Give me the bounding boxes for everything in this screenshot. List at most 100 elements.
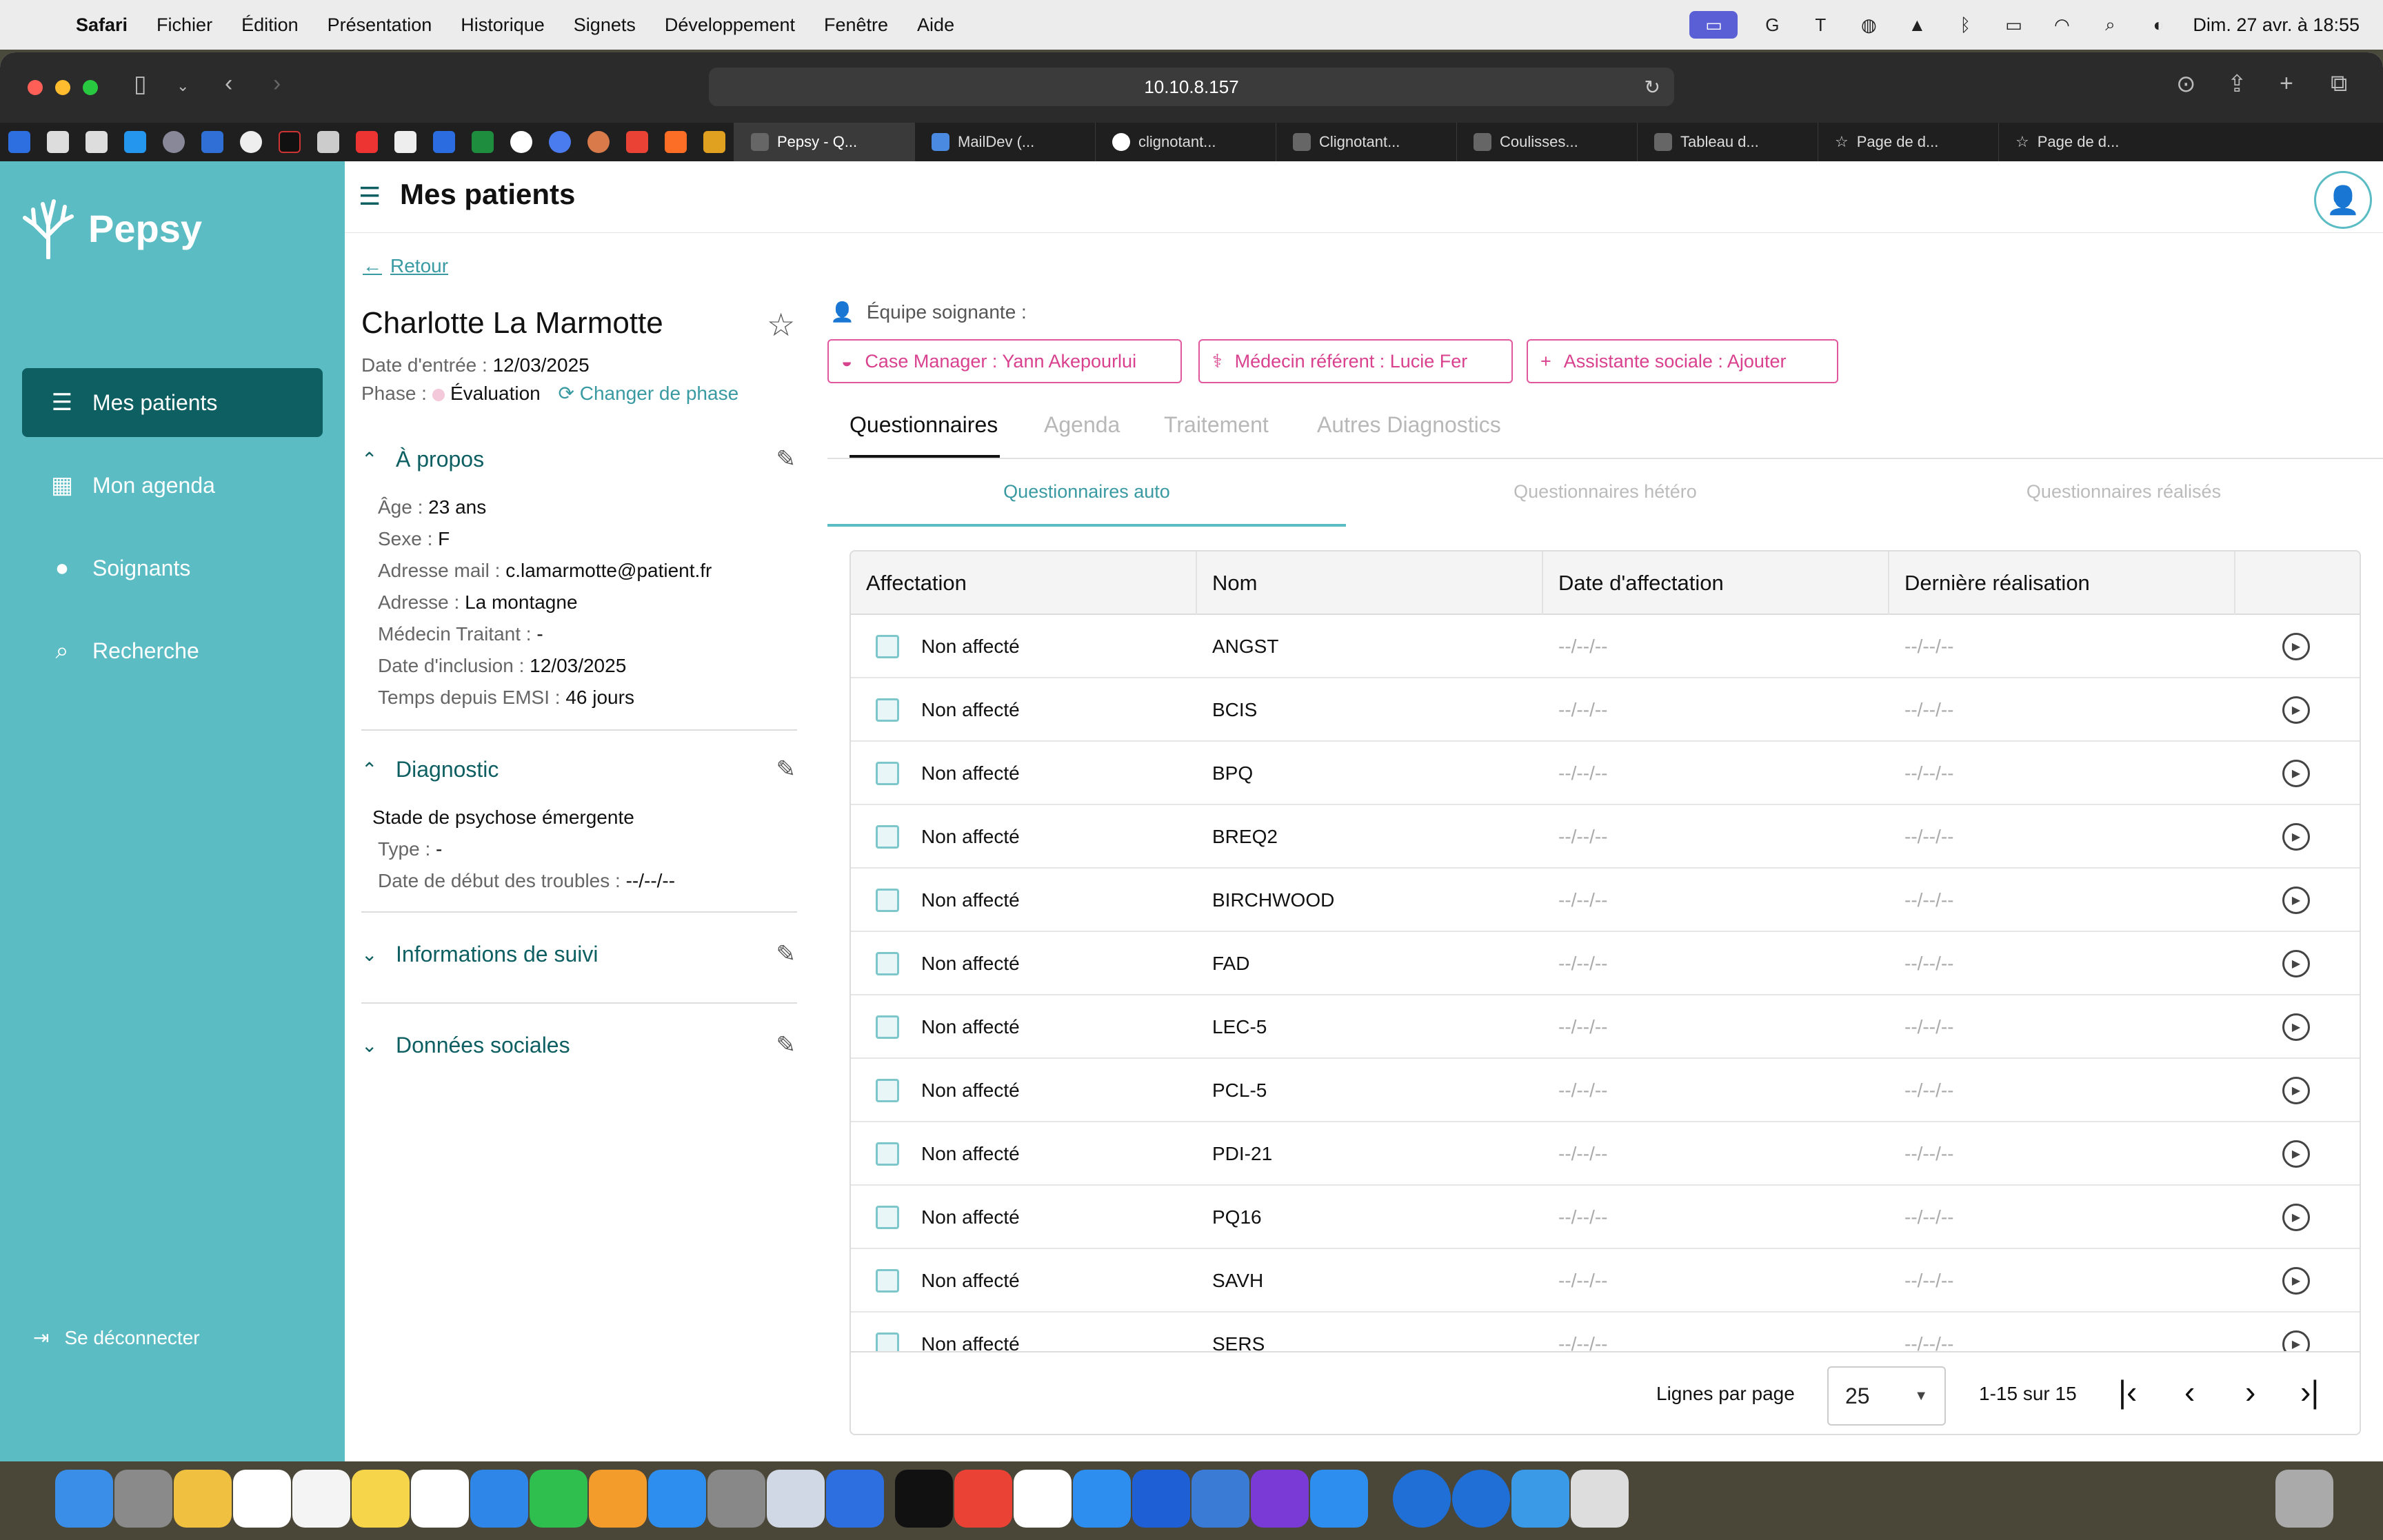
- table-row[interactable]: Non affecté PQ16 --/--/-- --/--/-- ▶: [851, 1186, 2360, 1249]
- favorite-jira[interactable]: [0, 123, 39, 161]
- play-circle-icon[interactable]: ▶: [2282, 1267, 2310, 1295]
- favorite-circle[interactable]: [232, 123, 270, 161]
- last-page-icon[interactable]: ›|: [2300, 1373, 2319, 1410]
- table-row[interactable]: Non affecté PDI-21 --/--/-- --/--/-- ▶: [851, 1122, 2360, 1186]
- tab-overview-icon[interactable]: ⧉: [2331, 70, 2347, 97]
- favorite-github[interactable]: [39, 123, 77, 161]
- table-row[interactable]: Non affecté BCIS --/--/-- --/--/-- ▶: [851, 678, 2360, 742]
- table-row[interactable]: Non affecté PCL-5 --/--/-- --/--/-- ▶: [851, 1059, 2360, 1122]
- table-row[interactable]: Non affecté LEC-5 --/--/-- --/--/-- ▶: [851, 995, 2360, 1059]
- favorite-docker[interactable]: [116, 123, 154, 161]
- nav-item-soignants[interactable]: ● Soignants: [22, 534, 323, 602]
- menu-item-edition[interactable]: Édition: [241, 14, 299, 36]
- edit-pencil-icon[interactable]: ✎: [776, 756, 796, 783]
- tab-autres-diagnostics[interactable]: Autres Diagnostics: [1317, 412, 1501, 438]
- bluetooth-icon[interactable]: ᛒ: [1951, 11, 1979, 39]
- menubar-clock[interactable]: Dim. 27 avr. à 18:55: [2193, 14, 2360, 36]
- play-circle-icon[interactable]: ▶: [2282, 950, 2310, 977]
- pages-icon[interactable]: [589, 1470, 647, 1528]
- favorite-dark[interactable]: [270, 123, 309, 161]
- section-social-header[interactable]: ⌄ Données sociales ✎: [361, 1031, 796, 1059]
- row-checkbox[interactable]: [876, 635, 899, 658]
- play-circle-icon[interactable]: ▶: [2282, 1140, 2310, 1168]
- favorite-red[interactable]: [348, 123, 386, 161]
- table-row[interactable]: Non affecté BREQ2 --/--/-- --/--/-- ▶: [851, 805, 2360, 869]
- row-checkbox[interactable]: [876, 1206, 899, 1229]
- edit-pencil-icon[interactable]: ✎: [776, 1031, 796, 1059]
- menu-app-name[interactable]: Safari: [76, 14, 128, 36]
- close-window-button[interactable]: [28, 80, 43, 95]
- sidebar-toggle-icon[interactable]: ▯: [134, 70, 147, 98]
- photos-icon[interactable]: [174, 1470, 232, 1528]
- rows-per-page-select[interactable]: 25 ▼: [1827, 1366, 1946, 1426]
- launchpad-icon[interactable]: [114, 1470, 172, 1528]
- change-phase-button[interactable]: ⟳ Changer de phase: [559, 383, 739, 404]
- edit-pencil-icon[interactable]: ✎: [776, 940, 796, 968]
- menu-item-presentation[interactable]: Présentation: [328, 14, 432, 36]
- row-checkbox[interactable]: [876, 889, 899, 912]
- browser-tab-maildev[interactable]: MailDev (...: [914, 123, 1095, 161]
- table-row[interactable]: Non affecté ANGST --/--/-- --/--/-- ▶: [851, 615, 2360, 678]
- address-bar[interactable]: 10.10.8.157 ↻: [709, 68, 1674, 106]
- share-icon[interactable]: ⇪: [2227, 70, 2247, 98]
- chrome-icon[interactable]: [954, 1470, 1012, 1528]
- play-circle-icon[interactable]: ▶: [2282, 886, 2310, 914]
- favorite-claude[interactable]: [579, 123, 618, 161]
- notes-icon[interactable]: [352, 1470, 410, 1528]
- nav-item-recherche[interactable]: ⌕ Recherche: [22, 616, 323, 685]
- app-logo[interactable]: Pepsy: [21, 197, 202, 259]
- tab-agenda[interactable]: Agenda: [1044, 412, 1120, 438]
- table-row[interactable]: Non affecté BPQ --/--/-- --/--/-- ▶: [851, 742, 2360, 805]
- play-circle-icon[interactable]: ▶: [2282, 1204, 2310, 1231]
- freeform-icon[interactable]: [411, 1470, 469, 1528]
- next-page-icon[interactable]: ›: [2245, 1373, 2255, 1410]
- subtab-questionnaires-realises[interactable]: Questionnaires réalisés: [1864, 481, 2383, 503]
- tab-traitement[interactable]: Traitement: [1164, 412, 1269, 438]
- row-checkbox[interactable]: [876, 1079, 899, 1102]
- row-checkbox[interactable]: [876, 952, 899, 975]
- favorite-avatar[interactable]: [154, 123, 193, 161]
- favorite-gemini[interactable]: [541, 123, 579, 161]
- grammarly-icon[interactable]: G: [1758, 11, 1786, 39]
- forward-icon[interactable]: ›: [273, 70, 281, 97]
- vscode-icon[interactable]: [1310, 1470, 1368, 1528]
- notch-icon[interactable]: ▲: [1903, 11, 1931, 39]
- menu-item-historique[interactable]: Historique: [461, 14, 545, 36]
- wifi-icon[interactable]: ◠: [2048, 11, 2075, 39]
- column-header-derniere-realisation[interactable]: Dernière réalisation: [1889, 551, 2235, 615]
- control-center-icon[interactable]: ◐: [2144, 11, 2172, 39]
- section-followup-header[interactable]: ⌄ Informations de suivi ✎: [361, 940, 796, 968]
- row-checkbox[interactable]: [876, 1015, 899, 1039]
- previous-page-icon[interactable]: ‹: [2184, 1373, 2195, 1410]
- row-checkbox[interactable]: [876, 1333, 899, 1352]
- minimize-window-button[interactable]: [55, 80, 70, 95]
- favorite-openai[interactable]: [502, 123, 541, 161]
- back-link[interactable]: ← Retour: [363, 255, 448, 277]
- numbers-icon[interactable]: [530, 1470, 587, 1528]
- battery-icon[interactable]: ▭: [2000, 11, 2027, 39]
- browser-tab-page-2[interactable]: ☆ Page de d...: [1998, 123, 2179, 161]
- favorite-gitlab[interactable]: [656, 123, 695, 161]
- play-circle-icon[interactable]: ▶: [2282, 1077, 2310, 1104]
- browser-tab-clignotant[interactable]: Clignotant...: [1276, 123, 1456, 161]
- play-circle-icon[interactable]: ▶: [2282, 823, 2310, 851]
- menu-item-aide[interactable]: Aide: [917, 14, 954, 36]
- table-row[interactable]: Non affecté SAVH --/--/-- --/--/-- ▶: [851, 1249, 2360, 1313]
- chevron-down-icon[interactable]: ⌄: [177, 77, 189, 95]
- favorite-blue[interactable]: [193, 123, 232, 161]
- xcode-icon[interactable]: [826, 1470, 884, 1528]
- spotlight-icon[interactable]: ⌕: [2096, 11, 2124, 39]
- terminal-icon[interactable]: [895, 1470, 953, 1528]
- screen-share-icon[interactable]: ▭: [1689, 11, 1738, 39]
- new-tab-icon[interactable]: +: [2280, 70, 2293, 97]
- browser-tab-pepsy[interactable]: Pepsy - Q...: [734, 123, 914, 161]
- reload-icon[interactable]: ↻: [1645, 76, 1660, 99]
- menu-item-signets[interactable]: Signets: [574, 14, 636, 36]
- favorite-calc[interactable]: [309, 123, 348, 161]
- favorite-calendar[interactable]: [425, 123, 463, 161]
- section-about-header[interactable]: ⌃ À propos ✎: [361, 445, 796, 473]
- translate-icon[interactable]: [1014, 1470, 1072, 1528]
- case-manager-chip[interactable]: ◒ Case Manager : Yann Akepourlui: [827, 339, 1182, 383]
- nav-item-mes-patients[interactable]: ☰ Mes patients: [22, 368, 323, 437]
- play-circle-icon[interactable]: ▶: [2282, 760, 2310, 787]
